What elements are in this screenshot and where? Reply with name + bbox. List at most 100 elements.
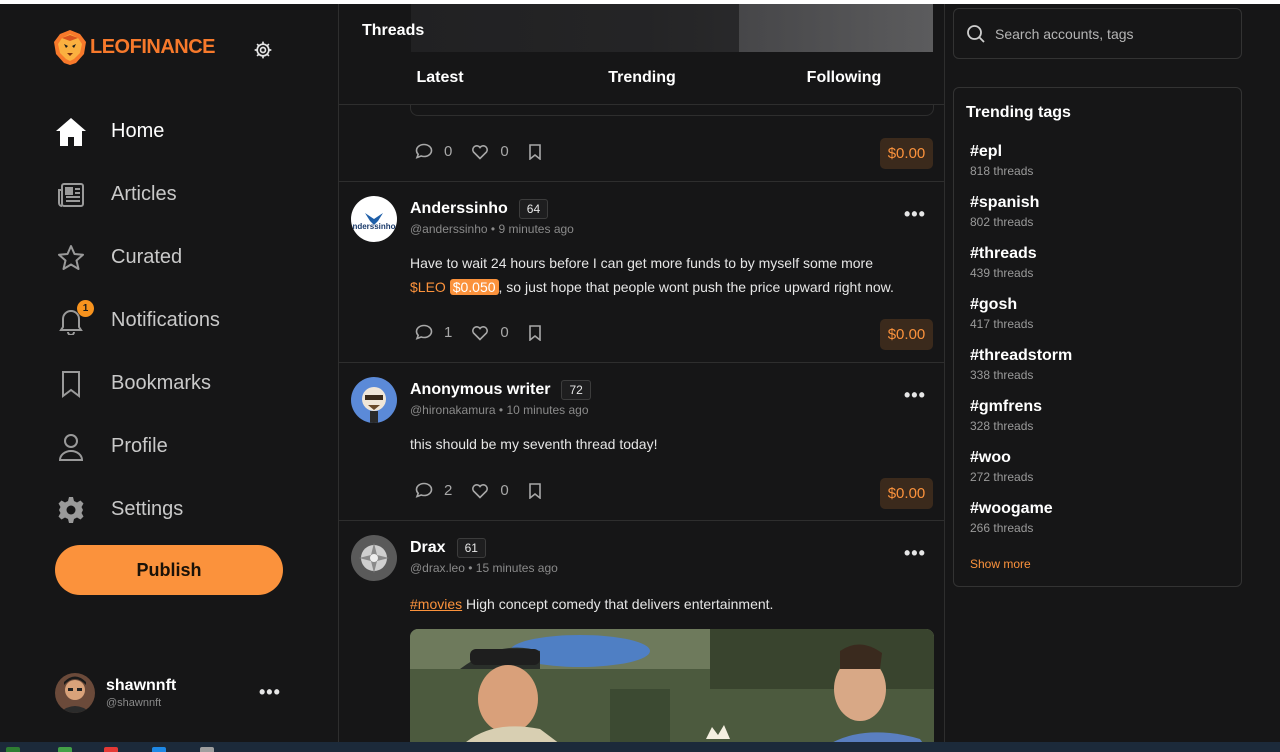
taskbar-app-icon[interactable] — [152, 747, 166, 752]
os-taskbar — [0, 742, 1280, 752]
tip-button[interactable]: $0.00 — [880, 478, 933, 509]
bookmark-button[interactable] — [528, 324, 553, 341]
bookmark-button[interactable] — [528, 482, 553, 499]
tab-latest[interactable]: Latest — [339, 60, 541, 104]
lion-logo-icon — [54, 30, 86, 65]
tip-button[interactable]: $0.00 — [880, 138, 933, 169]
bookmark-button[interactable] — [528, 143, 553, 160]
tab-trending[interactable]: Trending — [541, 60, 743, 104]
post-time: 15 minutes ago — [475, 561, 558, 575]
author-handle[interactable]: @anderssinho — [410, 222, 488, 236]
author-handle[interactable]: @hironakamura — [410, 403, 496, 417]
gear-icon[interactable] — [253, 40, 273, 60]
user-icon — [54, 430, 88, 464]
trending-tag-item[interactable]: #epl 818 threads — [970, 143, 1072, 194]
leofinance-logo[interactable]: LEOFINANCE — [52, 28, 216, 66]
author-name[interactable]: Drax — [410, 539, 446, 557]
current-user[interactable]: shawnnft @shawnnft — [55, 673, 176, 713]
comment-count: 2 — [444, 482, 453, 499]
avatar[interactable] — [351, 377, 397, 423]
more-options-icon[interactable]: ••• — [904, 385, 926, 406]
main-nav: Home Articles Curated 1 Notifications Bo… — [54, 100, 220, 541]
nav-label-bookmarks: Bookmarks — [111, 372, 212, 394]
taskbar-app-icon[interactable] — [200, 747, 214, 752]
show-more-link[interactable]: Show more — [970, 557, 1031, 571]
comment-icon — [415, 143, 433, 159]
ticker-link[interactable]: $LEO — [410, 279, 446, 295]
post-image[interactable] — [410, 629, 934, 742]
user-more-icon[interactable]: ••• — [259, 682, 281, 703]
price-badge: $0.050 — [449, 279, 499, 295]
taskbar-app-icon[interactable] — [58, 747, 72, 752]
author-handle[interactable]: @drax.leo — [410, 561, 465, 575]
nav-item-home[interactable]: Home — [54, 100, 220, 163]
post-actions: 0 0 — [415, 143, 572, 160]
comment-icon — [415, 482, 433, 498]
trending-tag-item[interactable]: #gosh 417 threads — [970, 296, 1072, 347]
nav-item-profile[interactable]: Profile — [54, 415, 220, 478]
feed-tabs: Latest Trending Following — [339, 60, 944, 104]
nav-item-curated[interactable]: Curated — [54, 226, 220, 289]
meta-separator: • — [468, 561, 473, 575]
embedded-card[interactable] — [410, 105, 934, 116]
nav-item-bookmarks[interactable]: Bookmarks — [54, 352, 220, 415]
bookmark-icon — [54, 367, 88, 401]
post-meta: @hironakamura • 10 minutes ago — [410, 403, 589, 417]
trending-tag-item[interactable]: #gmfrens 328 threads — [970, 398, 1072, 449]
publish-button[interactable]: Publish — [55, 545, 283, 595]
nav-item-notifications[interactable]: 1 Notifications — [54, 289, 220, 352]
search-box[interactable] — [953, 8, 1242, 59]
author-name[interactable]: Anderssinho — [410, 200, 508, 218]
tip-button[interactable]: $0.00 — [880, 319, 933, 350]
post-body: #movies High concept comedy that deliver… — [410, 596, 774, 612]
comment-icon — [415, 324, 433, 340]
comment-button[interactable]: 2 — [415, 482, 452, 499]
trending-tag-item[interactable]: #woo 272 threads — [970, 449, 1072, 500]
list-item: 0 0 $0.00 — [339, 105, 944, 182]
taskbar-app-icon[interactable] — [6, 747, 20, 752]
home-icon — [54, 115, 88, 149]
trending-tag-item[interactable]: #spanish 802 threads — [970, 194, 1072, 245]
search-input[interactable] — [995, 25, 1225, 42]
comment-count: 1 — [444, 324, 453, 341]
star-icon — [54, 241, 88, 275]
avatar[interactable]: nderssinho — [351, 196, 397, 242]
trending-tags-panel: Trending tags #epl 818 threads #spanish 80… — [953, 87, 1242, 587]
comment-button[interactable]: 1 — [415, 324, 452, 341]
reputation-badge: 61 — [456, 538, 486, 558]
like-button[interactable]: 0 — [471, 324, 509, 341]
sidebar: LEOFINANCE Home Articles Curated 1 Notif… — [0, 4, 338, 742]
more-options-icon[interactable]: ••• — [904, 543, 926, 564]
author-name[interactable]: Anonymous writer — [410, 381, 550, 399]
hashtag-link[interactable]: #movies — [410, 596, 462, 612]
comment-button[interactable]: 0 — [415, 143, 452, 160]
feed-header: Threads Latest Trending Following — [339, 4, 944, 105]
tab-following[interactable]: Following — [743, 60, 944, 104]
trending-title: Trending tags — [966, 104, 1071, 121]
nav-label-settings: Settings — [111, 498, 184, 520]
user-handle: @shawnnft — [106, 697, 162, 709]
like-count: 0 — [500, 324, 509, 341]
nav-item-settings[interactable]: Settings — [54, 478, 220, 541]
thread-post: Anonymous writer 72 @hironakamura • 10 m… — [339, 363, 944, 521]
more-options-icon[interactable]: ••• — [904, 204, 926, 225]
settings-gear-icon — [54, 493, 88, 527]
bookmark-icon — [528, 324, 541, 341]
svg-text:nderssinho: nderssinho — [352, 222, 395, 231]
like-count: 0 — [500, 143, 509, 160]
nav-item-articles[interactable]: Articles — [54, 163, 220, 226]
post-time: 9 minutes ago — [498, 222, 574, 236]
like-button[interactable]: 0 — [471, 143, 509, 160]
like-button[interactable]: 0 — [471, 482, 509, 499]
trending-tag-item[interactable]: #threads 439 threads — [970, 245, 1072, 296]
heart-icon — [472, 144, 489, 160]
nav-label-articles: Articles — [111, 183, 177, 205]
trending-tag-item[interactable]: #woogame 266 threads — [970, 500, 1072, 551]
nav-label-home: Home — [111, 120, 165, 142]
trending-tag-item[interactable]: #threadstorm 338 threads — [970, 347, 1072, 398]
taskbar-app-icon[interactable] — [104, 747, 118, 752]
avatar[interactable] — [351, 535, 397, 581]
thread-post: Drax 61 @drax.leo • 15 minutes ago ••• #… — [339, 521, 944, 742]
post-meta: @anderssinho • 9 minutes ago — [410, 222, 574, 236]
search-icon — [967, 24, 985, 43]
